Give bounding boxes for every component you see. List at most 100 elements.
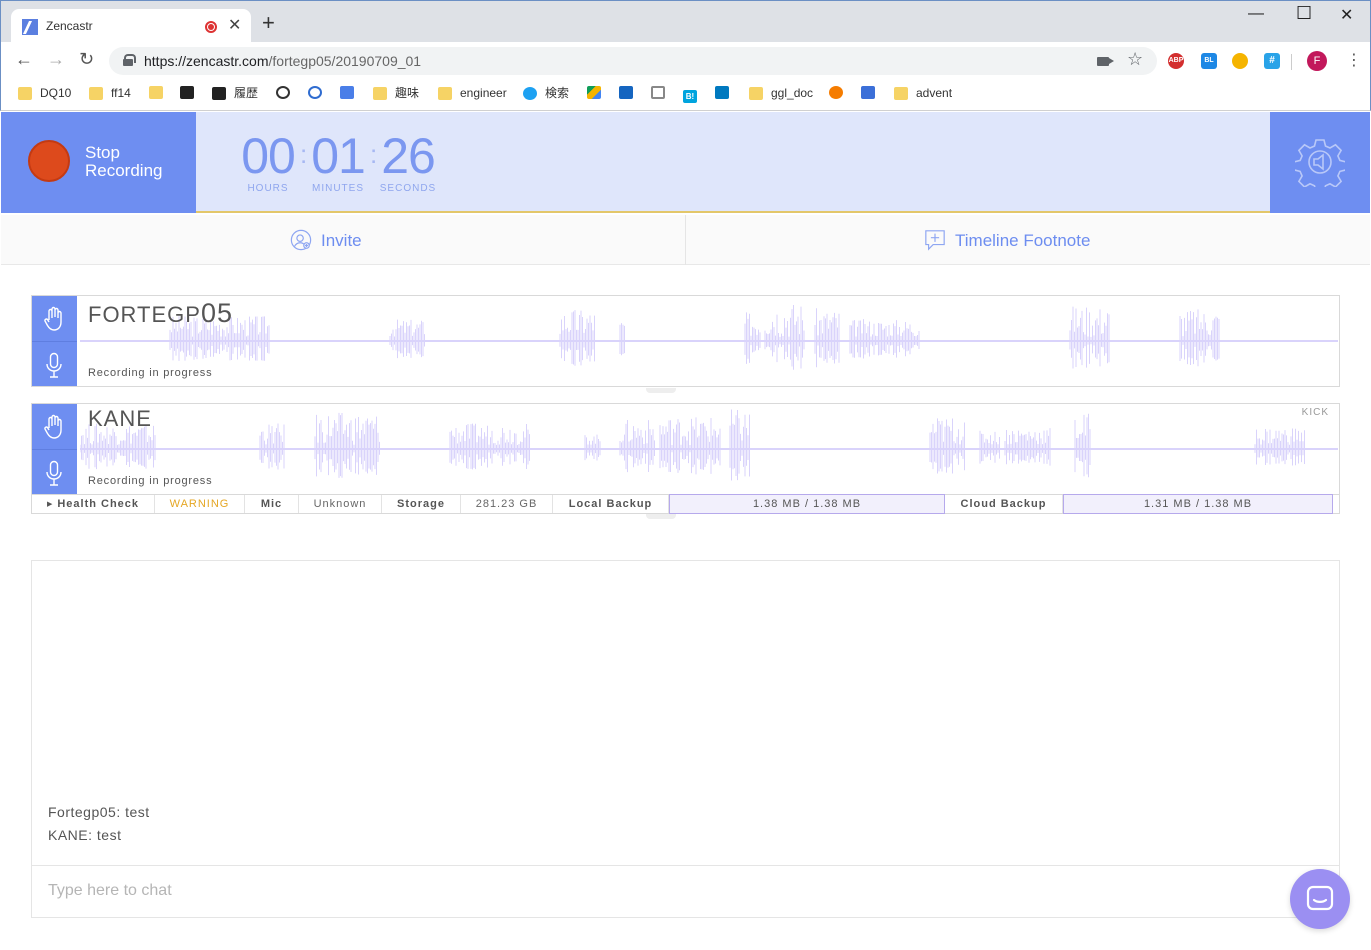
audio-settings-button[interactable] [1270, 112, 1370, 213]
window-close-button[interactable]: ✕ [1340, 5, 1353, 25]
participant-name: FORTEGP05 [88, 298, 233, 329]
toolbar-divider [1291, 54, 1292, 70]
stop-recording-button[interactable]: Stop Recording [1, 112, 196, 213]
bookmark-history[interactable]: 履歴 [212, 86, 258, 104]
add-user-icon [290, 229, 312, 251]
url-text: https://zencastr.com/fortegp05/20190709_… [144, 53, 421, 69]
reload-icon[interactable]: ↻ [79, 49, 94, 70]
record-icon [28, 140, 70, 182]
new-tab-button[interactable]: + [262, 12, 275, 34]
track-fortegp05: FORTEGP05 Recording in progress [31, 295, 1340, 387]
timer-seconds-label: SECONDS [379, 183, 437, 194]
bookmark-ff14[interactable]: ff14 [89, 86, 131, 104]
trello-icon [715, 86, 729, 99]
twitter-icon [523, 87, 537, 100]
bookmark-dq10[interactable]: DQ10 [18, 86, 71, 104]
bookmark-calendar[interactable] [861, 86, 883, 104]
bookmark-engineer[interactable]: engineer [438, 86, 507, 104]
tv-icon [180, 86, 194, 99]
forward-arrow-icon[interactable]: → [47, 49, 65, 70]
bookmark-trello[interactable] [715, 86, 737, 104]
timer-minutes-label: MINUTES [312, 183, 364, 194]
adblock-icon[interactable]: ABP [1168, 53, 1184, 69]
bookmark-clock[interactable] [308, 86, 330, 104]
translate-icon [340, 86, 354, 99]
bookmark-advent[interactable]: advent [894, 86, 952, 104]
health-check-bar: ▶ Health Check WARNING Mic Unknown Storag… [31, 494, 1340, 514]
bookmark-screen[interactable] [651, 86, 673, 104]
bookmark-hatena[interactable]: B! [683, 86, 705, 104]
zencastr-app: Stop Recording 00 HOURS : 01 MINUTES : 2… [1, 112, 1370, 949]
bookmark-translate[interactable] [340, 86, 362, 104]
camera-icon[interactable] [1097, 57, 1114, 66]
invite-button[interactable]: Invite [1, 215, 685, 265]
microphone-button[interactable] [32, 449, 77, 494]
extension-hash-icon[interactable]: # [1264, 53, 1280, 69]
timer-seconds-value: 26 [381, 128, 436, 184]
tab-close-icon[interactable]: ✕ [228, 15, 241, 35]
bookmark-folder[interactable] [149, 86, 171, 104]
mic-value: Unknown [299, 495, 382, 513]
chat-input[interactable]: Type here to chat [32, 865, 1339, 917]
health-check-toggle[interactable]: ▶ Health Check [32, 495, 155, 513]
caret-right-icon: ▶ [46, 501, 54, 508]
address-bar[interactable]: https://zencastr.com/fortegp05/20190709_… [109, 47, 1157, 75]
menu-kebab-icon[interactable]: ⋮ [1346, 51, 1362, 71]
timer-minutes-value: 01 [311, 128, 366, 184]
bookmark-hobby[interactable]: 趣味 [373, 86, 419, 104]
raise-hand-button[interactable] [32, 296, 77, 341]
folder-icon [18, 87, 32, 100]
minimize-button[interactable]: — [1248, 5, 1264, 23]
gear-speaker-icon [1295, 139, 1345, 187]
history-icon [308, 86, 322, 99]
bookmark-cat[interactable] [829, 86, 851, 104]
timer-hours-value: 00 [241, 128, 296, 184]
hatena-bookmark-icon: B! [683, 90, 697, 103]
bookmark-search[interactable]: 検索 [523, 86, 569, 104]
chat-bubble-icon [1306, 885, 1334, 911]
mic-label: Mic [245, 495, 299, 513]
tv-icon [212, 87, 226, 100]
robot-icon [276, 86, 290, 99]
timer-hours-label: HOURS [247, 183, 289, 194]
hand-icon [44, 306, 62, 331]
local-backup-label: Local Backup [553, 495, 669, 513]
browser-tab[interactable]: Zencastr ✕ [11, 9, 251, 43]
folder-icon [894, 87, 908, 100]
timer-colon: : [300, 139, 308, 169]
recording-indicator-icon [205, 21, 217, 33]
folder-icon [373, 87, 387, 100]
url-host: https://zencastr.com [144, 53, 269, 69]
timeline-footnote-button[interactable]: Timeline Footnote [685, 215, 1369, 265]
support-chat-button[interactable] [1290, 869, 1350, 929]
footnote-label: Timeline Footnote [955, 231, 1091, 250]
bookmark-ggl-doc[interactable]: ggl_doc [749, 86, 813, 104]
bookmark-drive[interactable] [587, 86, 609, 104]
track-resize-handle[interactable] [646, 388, 676, 393]
storage-label: Storage [382, 495, 461, 513]
back-arrow-icon[interactable]: ← [15, 49, 33, 70]
kick-button[interactable]: KICK [1302, 407, 1329, 418]
extension-yellow-icon[interactable] [1232, 53, 1248, 69]
browser-toolbar: ← → ↻ https://zencastr.com/fortegp05/201… [0, 42, 1371, 80]
track-resize-handle[interactable] [646, 514, 676, 519]
footnote-content: Timeline Footnote [923, 229, 1090, 251]
zencastr-favicon-icon [22, 19, 38, 35]
raise-hand-button[interactable] [32, 404, 77, 449]
chat-message: KANE: test [48, 827, 122, 843]
bookmark-tv[interactable] [180, 86, 202, 104]
chat-placeholder: Type here to chat [48, 882, 172, 899]
calendar-icon [861, 86, 875, 99]
screen-record-icon [651, 86, 665, 99]
profile-avatar[interactable]: F [1307, 51, 1327, 71]
track-kane: KANE Recording in progress KICK [31, 403, 1340, 495]
folder-icon [749, 87, 763, 100]
recording-status: Recording in progress [88, 475, 213, 487]
extension-bl-icon[interactable]: BL [1201, 53, 1217, 69]
bookmark-layers[interactable] [619, 86, 641, 104]
storage-value: 281.23 GB [461, 495, 553, 513]
microphone-button[interactable] [32, 341, 77, 386]
bookmark-star-icon[interactable]: ☆ [1127, 49, 1143, 70]
maximize-button[interactable]: ☐ [1296, 3, 1312, 24]
bookmark-robot[interactable] [276, 86, 298, 104]
